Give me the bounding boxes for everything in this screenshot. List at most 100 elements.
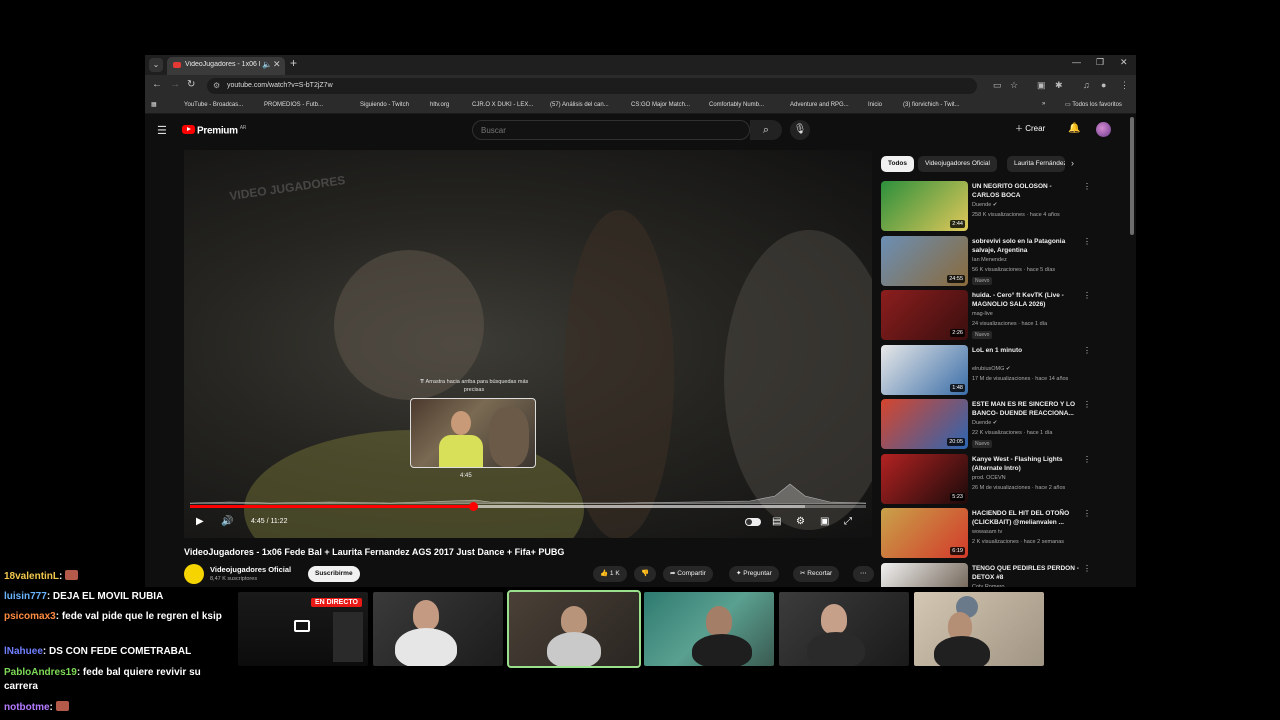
bookmark-item[interactable]: hltv.org xyxy=(421,101,449,108)
all-favorites-folder[interactable]: ▭ Todos los favoritos xyxy=(1065,101,1122,108)
subtitles-icon[interactable]: ▤ xyxy=(772,516,781,527)
cast-icon[interactable]: ▭ xyxy=(993,80,1002,91)
extension-icon[interactable]: ▣ xyxy=(1037,80,1046,91)
recommendation-item[interactable]: 1:48 LoL en 1 minuto elrubiusOMG ✔ 17 M de … xyxy=(881,344,1091,397)
chat-user[interactable]: lNahuee xyxy=(4,646,43,657)
chat-user[interactable]: notbotme xyxy=(4,702,50,713)
fullscreen-icon[interactable]: ⤢ xyxy=(844,516,852,527)
recommendation-title[interactable]: HACIENDO EL HIT DEL OTOÑO (CLICKBAIT) @m… xyxy=(972,509,1080,527)
address-bar[interactable]: ⚙ youtube.com/watch?v=S-bT2jZ7w xyxy=(207,78,977,94)
profile-icon[interactable]: ● xyxy=(1101,80,1106,90)
back-icon[interactable]: ← xyxy=(152,79,162,90)
recommendation-title[interactable]: Kanye West - Flashing Lights (Alternate … xyxy=(972,455,1080,473)
youtube-brand[interactable]: Premium AR xyxy=(197,125,246,136)
bookmark-item[interactable]: Inicio xyxy=(859,101,882,108)
recommendation-thumbnail[interactable] xyxy=(881,562,968,587)
more-options-icon[interactable]: ⋮ xyxy=(1083,400,1091,409)
overflow-chevron-icon[interactable]: » xyxy=(1042,101,1045,107)
more-options-icon[interactable]: ⋮ xyxy=(1083,564,1091,573)
bookmark-item[interactable]: CS:GO Major Match... xyxy=(622,101,690,108)
recommendation-item[interactable]: 6:19 HACIENDO EL HIT DEL OTOÑO (CLICKBAIT… xyxy=(881,508,1091,560)
new-tab-button[interactable]: + xyxy=(290,56,297,70)
cam-tile-selected[interactable] xyxy=(507,590,641,668)
media-icon[interactable]: ♫ xyxy=(1083,80,1090,90)
share-button[interactable]: ➦ Compartir xyxy=(663,566,713,582)
recommendation-item[interactable]: 20:05 ESTE MAN ES RE SINCERO Y LO BANCO- … xyxy=(881,399,1091,451)
tab-active[interactable]: VideoJugadores - 1x06 Fede 🔈 ✕ xyxy=(167,57,285,75)
recommendation-title[interactable]: LoL en 1 minuto xyxy=(972,346,1080,355)
chip-channel[interactable]: Videojugadores Oficial xyxy=(918,156,997,172)
create-button[interactable]: ＋ Crear xyxy=(1015,123,1045,134)
search-input[interactable] xyxy=(481,124,721,137)
recommendation-thumbnail[interactable]: 20:05 xyxy=(881,399,968,449)
site-info-icon[interactable]: ⚙ xyxy=(213,81,220,90)
chevron-right-icon[interactable]: › xyxy=(1071,158,1074,168)
bookmark-star-icon[interactable]: ☆ xyxy=(1010,80,1018,91)
like-button[interactable]: 👍 1 K xyxy=(593,566,627,582)
bookmark-item[interactable]: YouTube - Broadcas... xyxy=(175,101,243,108)
apps-icon[interactable]: ▦ xyxy=(151,101,157,108)
recommendation-thumbnail[interactable]: 24:55 xyxy=(881,235,968,286)
maximize-button[interactable]: ❐ xyxy=(1096,57,1104,68)
miniplayer-icon[interactable]: ▣ xyxy=(820,516,829,527)
settings-gear-icon[interactable]: ⚙ xyxy=(796,516,805,527)
recommendation-thumbnail[interactable]: 2:26 xyxy=(881,290,968,340)
youtube-logo-icon[interactable] xyxy=(182,125,195,134)
extensions-puzzle-icon[interactable]: ✱ xyxy=(1055,80,1063,91)
recommendation-channel[interactable]: elrubiusOMG ✔ xyxy=(972,366,1011,372)
microphone-icon[interactable]: 🎙 xyxy=(790,120,810,140)
page-scrollbar[interactable] xyxy=(1130,117,1134,235)
recommendation-item[interactable]: TENGO QUE PEDIRLES PERDON - DETOX #8 Coty… xyxy=(881,562,1091,587)
recommendation-thumbnail[interactable]: 6:19 xyxy=(881,508,968,558)
reload-icon[interactable]: ↻ xyxy=(187,79,195,90)
window-close-button[interactable]: ✕ xyxy=(1120,57,1128,68)
cam-tile[interactable] xyxy=(914,592,1044,666)
chat-user[interactable]: PabloAndres19 xyxy=(4,667,77,678)
bookmark-item[interactable]: Comfortably Numb... xyxy=(700,101,764,108)
ask-button[interactable]: ✦ Preguntar xyxy=(729,566,779,582)
recommendation-item[interactable]: 5:23 Kanye West - Flashing Lights (Altern… xyxy=(881,453,1091,506)
more-actions-button[interactable]: ⋯ xyxy=(853,566,874,582)
dislike-button[interactable]: 👎 xyxy=(634,566,657,582)
recommendation-title[interactable]: sobrevivi solo en la Patagonia salvaje, … xyxy=(972,237,1080,255)
autoplay-toggle[interactable] xyxy=(745,518,761,526)
volume-icon[interactable]: 🔊 xyxy=(221,516,233,527)
recommendation-title[interactable]: huida. - Cero° ft KevTK (Live - MAGNOLIO… xyxy=(972,291,1080,309)
recommendation-item[interactable]: 24:55 sobrevivi solo en la Patagonia salv… xyxy=(881,235,1091,288)
recommendation-thumbnail[interactable]: 2:44 xyxy=(881,181,968,231)
recommendation-item[interactable]: 2:44 UN NEGRITO GOLOSON - CARLOS BOCA Duen… xyxy=(881,181,1091,233)
tab-close-icon[interactable]: ✕ xyxy=(273,59,281,70)
forward-icon[interactable]: → xyxy=(170,79,180,90)
cam-tile[interactable] xyxy=(373,592,503,666)
chip-all[interactable]: Todos xyxy=(881,156,915,172)
more-options-icon[interactable]: ⋮ xyxy=(1083,455,1091,464)
recommendation-title[interactable]: TENGO QUE PEDIRLES PERDON - DETOX #8 xyxy=(972,564,1080,582)
chat-user[interactable]: 18valentinL xyxy=(4,571,59,582)
bookmark-item[interactable] xyxy=(333,101,342,108)
chat-user[interactable]: luisin777 xyxy=(4,591,47,602)
recommendation-channel[interactable]: mag-live xyxy=(972,311,993,317)
search-button[interactable]: ⌕ xyxy=(750,120,782,140)
clip-button[interactable]: ✂ Recortar xyxy=(793,566,840,582)
cam-tile-screen[interactable]: EN DIRECTO xyxy=(238,592,368,666)
chip-related[interactable]: Laurita Fernández xyxy=(1007,156,1065,172)
cam-tile[interactable] xyxy=(644,592,774,666)
more-options-icon[interactable]: ⋮ xyxy=(1083,291,1091,300)
play-icon[interactable]: ▶ xyxy=(196,516,204,527)
recommendation-item[interactable]: 2:26 huida. - Cero° ft KevTK (Live - MAGN… xyxy=(881,290,1091,342)
account-avatar[interactable] xyxy=(1096,122,1111,137)
chat-user[interactable]: psicomax3 xyxy=(4,611,56,622)
recommendation-title[interactable]: ESTE MAN ES RE SINCERO Y LO BANCO- DUEND… xyxy=(972,400,1080,418)
bookmark-item[interactable]: CJR.O X DUKI - LEX... xyxy=(463,101,533,108)
more-options-icon[interactable]: ⋮ xyxy=(1083,346,1091,355)
recommendation-thumbnail[interactable]: 1:48 xyxy=(881,344,968,395)
recommendation-channel[interactable]: prod. OCEVN xyxy=(972,475,1006,481)
recommendation-thumbnail[interactable]: 5:23 xyxy=(881,453,968,504)
more-menu-icon[interactable]: ⋮ xyxy=(1120,80,1129,91)
recommendation-channel[interactable]: Duende ✔ xyxy=(972,202,997,208)
video-player[interactable]: VIDEO JUGADORES ⇈ Arrastra hacia arriba … xyxy=(184,150,872,538)
recommendation-title[interactable]: UN NEGRITO GOLOSON - CARLOS BOCA xyxy=(972,182,1080,200)
bookmark-item[interactable]: (57) Análisis del can... xyxy=(541,101,609,108)
more-options-icon[interactable]: ⋮ xyxy=(1083,182,1091,191)
bookmark-item[interactable]: Adventure and RPG... xyxy=(781,101,849,108)
